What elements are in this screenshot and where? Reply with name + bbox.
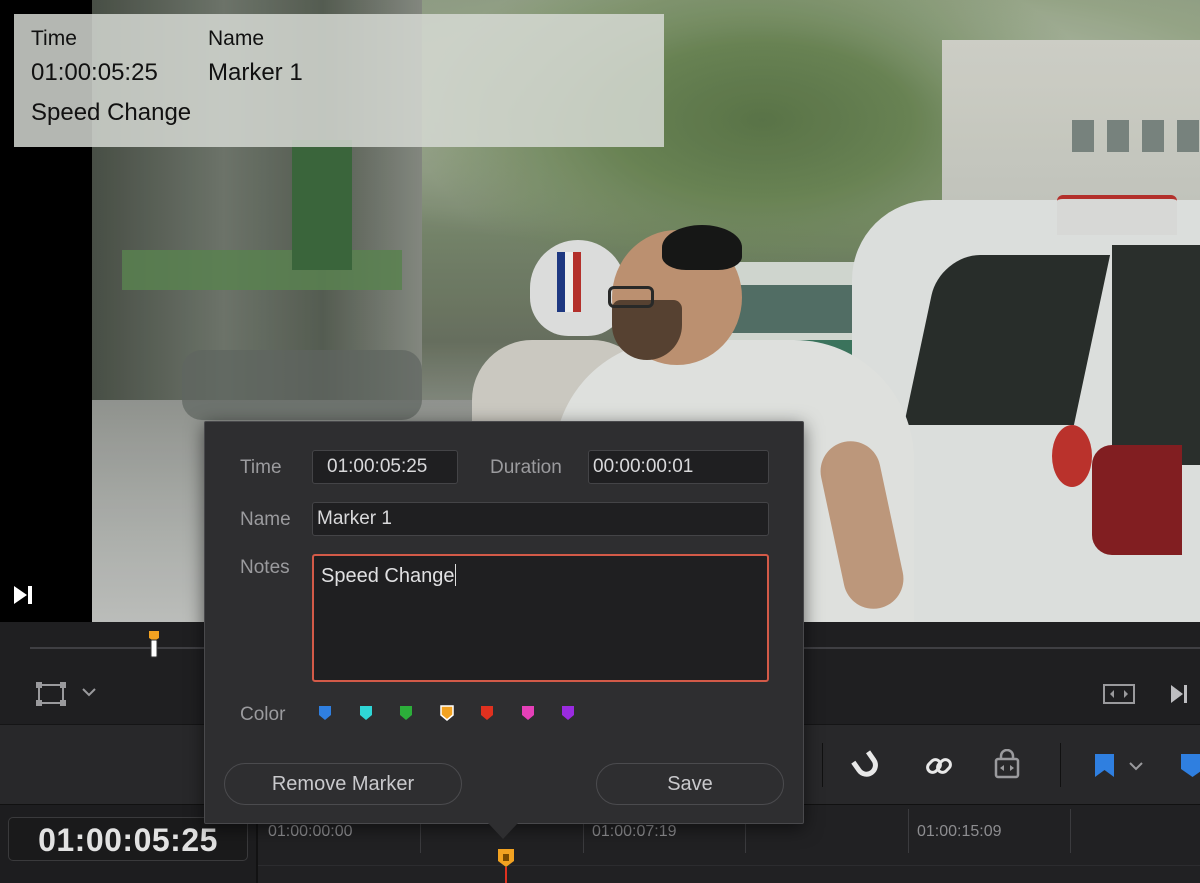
playhead-handle[interactable] [148,630,160,658]
dialog-pointer [488,823,518,839]
remove-marker-button[interactable]: Remove Marker [224,763,462,805]
color-swatch-purple[interactable] [561,705,575,721]
color-swatch-pink[interactable] [521,705,535,721]
marker-overlay: Time 01:00:05:25 Name Marker 1 Speed Cha… [14,14,664,147]
color-swatch-blue[interactable] [318,705,332,721]
duration-field[interactable] [588,450,769,484]
color-label: Color [240,704,286,725]
duration-label: Duration [490,457,562,478]
color-swatch-green[interactable] [399,705,413,721]
chevron-down-icon[interactable] [1122,749,1150,783]
next-frame-icon[interactable] [1168,682,1190,706]
link-icon[interactable] [922,749,956,783]
color-swatch-red[interactable] [480,705,494,721]
time-label: Time [240,457,282,478]
name-label: Name [240,509,291,530]
notes-textarea[interactable]: Speed Change [312,554,769,682]
save-button[interactable]: Save [596,763,784,805]
snapping-magnet-icon[interactable] [850,749,884,783]
crop-icon[interactable] [36,682,66,706]
name-field[interactable] [312,502,769,536]
text-caret [455,564,457,586]
marker-icon[interactable] [1176,749,1200,783]
chevron-down-icon[interactable] [80,684,98,700]
color-swatch-cyan[interactable] [359,705,373,721]
flag-icon[interactable] [1088,749,1122,783]
marker-dialog: Time Duration Name Notes Speed Change Co… [204,421,804,824]
time-field[interactable] [312,450,458,484]
ruler-label: 01:00:00:00 [268,823,353,840]
dual-screen-icon[interactable] [1102,682,1136,706]
timeline-marker[interactable] [496,847,516,883]
overlay-time-value: 01:00:05:25 [31,59,158,86]
overlay-name-label: Name [208,27,265,50]
notes-label: Notes [240,557,290,578]
overlay-time-label: Time [31,27,77,50]
overlay-notes-value: Speed Change [31,99,192,126]
notes-text: Speed Change [321,565,455,587]
position-lock-icon[interactable] [990,749,1024,783]
color-swatch-yellow[interactable] [439,705,454,721]
overlay-name-value: Marker 1 [208,59,303,86]
ruler-label: 01:00:15:09 [917,823,1002,840]
ruler-label: 01:00:07:19 [592,823,677,840]
play-to-end-icon[interactable] [12,584,34,606]
